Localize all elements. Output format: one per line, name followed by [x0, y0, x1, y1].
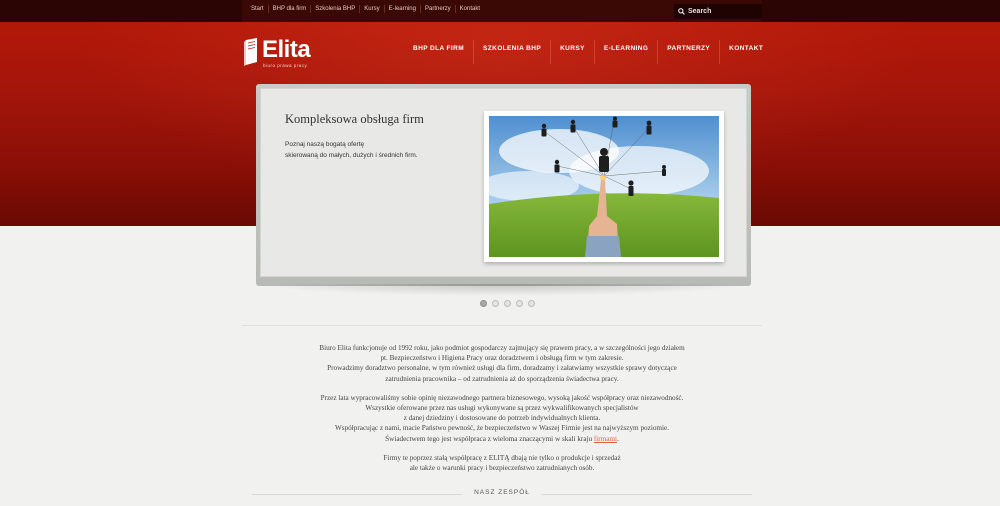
nav-partnerzy[interactable]: PARTNERZY [657, 40, 719, 64]
text-line: Prowadzimy doradztwo personalne, w tym r… [327, 364, 677, 373]
text-line: zatrudnienia pracownika – od zatrudnieni… [385, 374, 619, 383]
text-line: ale także o warunki pracy i bezpieczeńst… [409, 464, 595, 473]
logo[interactable]: Elita biuro prawa pracy [244, 36, 311, 72]
slide-photo [484, 111, 724, 262]
text-fragment: . [617, 434, 619, 443]
top-link-kursy[interactable]: Kursy [360, 6, 383, 13]
search-icon [678, 8, 685, 15]
book-logo-icon [244, 38, 257, 66]
nav-szkolenia-bhp[interactable]: SZKOLENIA BHP [473, 40, 550, 64]
text-line: Biuro Elita funkcjonuje od 1992 roku, ja… [319, 344, 685, 352]
top-link-start[interactable]: Start [247, 6, 268, 13]
top-link-e-learning[interactable]: E-learning [385, 6, 420, 13]
heading-rule-right [542, 494, 752, 495]
slide-text-line: skierowaną do małych, dużych i średnich … [285, 152, 418, 159]
top-link-szkolenia-bhp[interactable]: Szkolenia BHP [311, 6, 359, 13]
text-line: Wszystkie oferowane przez nas usługi wyk… [365, 404, 639, 413]
slider-dot-3[interactable] [504, 300, 511, 307]
slider-shadow [256, 284, 751, 296]
section-divider [242, 325, 762, 326]
text-line: Współpracując z nami, macie Państwo pewn… [335, 424, 669, 433]
slider-dot-2[interactable] [492, 300, 499, 307]
text-line: pt. Bezpieczeństwo i Higiena Pracy oraz … [380, 354, 624, 363]
top-link-bhp-dla-firm[interactable]: BHP dla firm [269, 6, 311, 13]
slider-pagination [480, 300, 535, 307]
nav-kursy[interactable]: KURSY [550, 40, 594, 64]
top-link-kontakt[interactable]: Kontakt [456, 6, 484, 13]
logo-tagline: biuro prawa pracy [263, 63, 308, 68]
about-text: Biuro Elita funkcjonuje od 1992 roku, ja… [252, 343, 752, 482]
text-fragment: Świadectwem tego jest współpraca z wielo… [385, 434, 594, 443]
nav-e-learning[interactable]: E-LEARNING [593, 40, 657, 64]
about-paragraph-3: Firmy te poprzez stałą współpracę z ELIT… [252, 453, 752, 473]
slide-text: Poznaj naszą bogatą ofertę skierowaną do… [285, 139, 485, 161]
top-links: Start BHP dla firm Szkolenia BHP Kursy E… [247, 5, 484, 13]
about-paragraph-2: Przez lata wypracowaliśmy sobie opinię n… [252, 393, 752, 444]
about-paragraph-1: Biuro Elita funkcjonuje od 1992 roku, ja… [252, 343, 752, 384]
search-input[interactable]: Search [674, 4, 762, 19]
slide-text-line: Poznaj naszą bogatą ofertę [285, 141, 365, 148]
text-line: Firmy te poprzez stałą współpracę z ELIT… [383, 453, 621, 462]
nav-bhp-dla-firm[interactable]: BHP DLA FIRM [404, 40, 473, 64]
text-line: z danej dziedziny i dostosowane do potrz… [403, 414, 601, 423]
business-network-image [489, 116, 719, 257]
text-line: Świadectwem tego jest współpraca z wielo… [252, 434, 752, 444]
firmami-link[interactable]: firmami [594, 435, 617, 443]
top-link-partnerzy[interactable]: Partnerzy [421, 6, 455, 13]
nav-kontakt[interactable]: KONTAKT [719, 40, 772, 64]
team-section-heading: NASZ ZESPÓŁ [252, 489, 752, 499]
slider-dot-1[interactable] [480, 300, 487, 307]
slide-title: Kompleksowa obsługa firm [285, 112, 424, 126]
text-line: Przez lata wypracowaliśmy sobie opinię n… [320, 393, 684, 402]
search-label: Search [688, 8, 712, 15]
logo-name: Elita [262, 36, 311, 63]
slider-dot-5[interactable] [528, 300, 535, 307]
main-nav: BHP DLA FIRM SZKOLENIA BHP KURSY E-LEARN… [404, 40, 772, 64]
slider-dot-4[interactable] [516, 300, 523, 307]
